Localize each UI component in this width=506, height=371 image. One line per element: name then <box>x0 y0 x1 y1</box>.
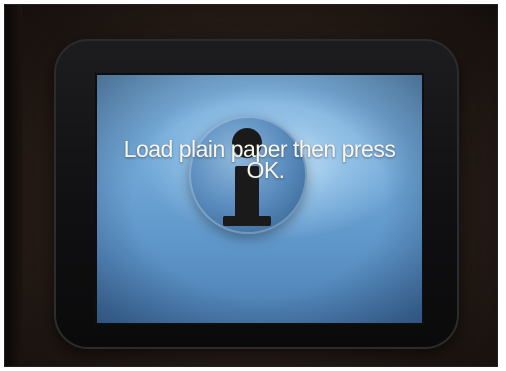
status-message-line-2: OK. <box>246 157 285 183</box>
printer-display-bezel: Load plain paper then press OK. <box>54 39 459 349</box>
info-icon-base <box>223 216 271 226</box>
photo: Load plain paper then press OK. <box>4 4 498 367</box>
lcd-screen: Load plain paper then press OK. <box>95 73 424 325</box>
status-message: Load plain paper then press OK. <box>97 138 422 183</box>
background-edge <box>5 5 23 366</box>
